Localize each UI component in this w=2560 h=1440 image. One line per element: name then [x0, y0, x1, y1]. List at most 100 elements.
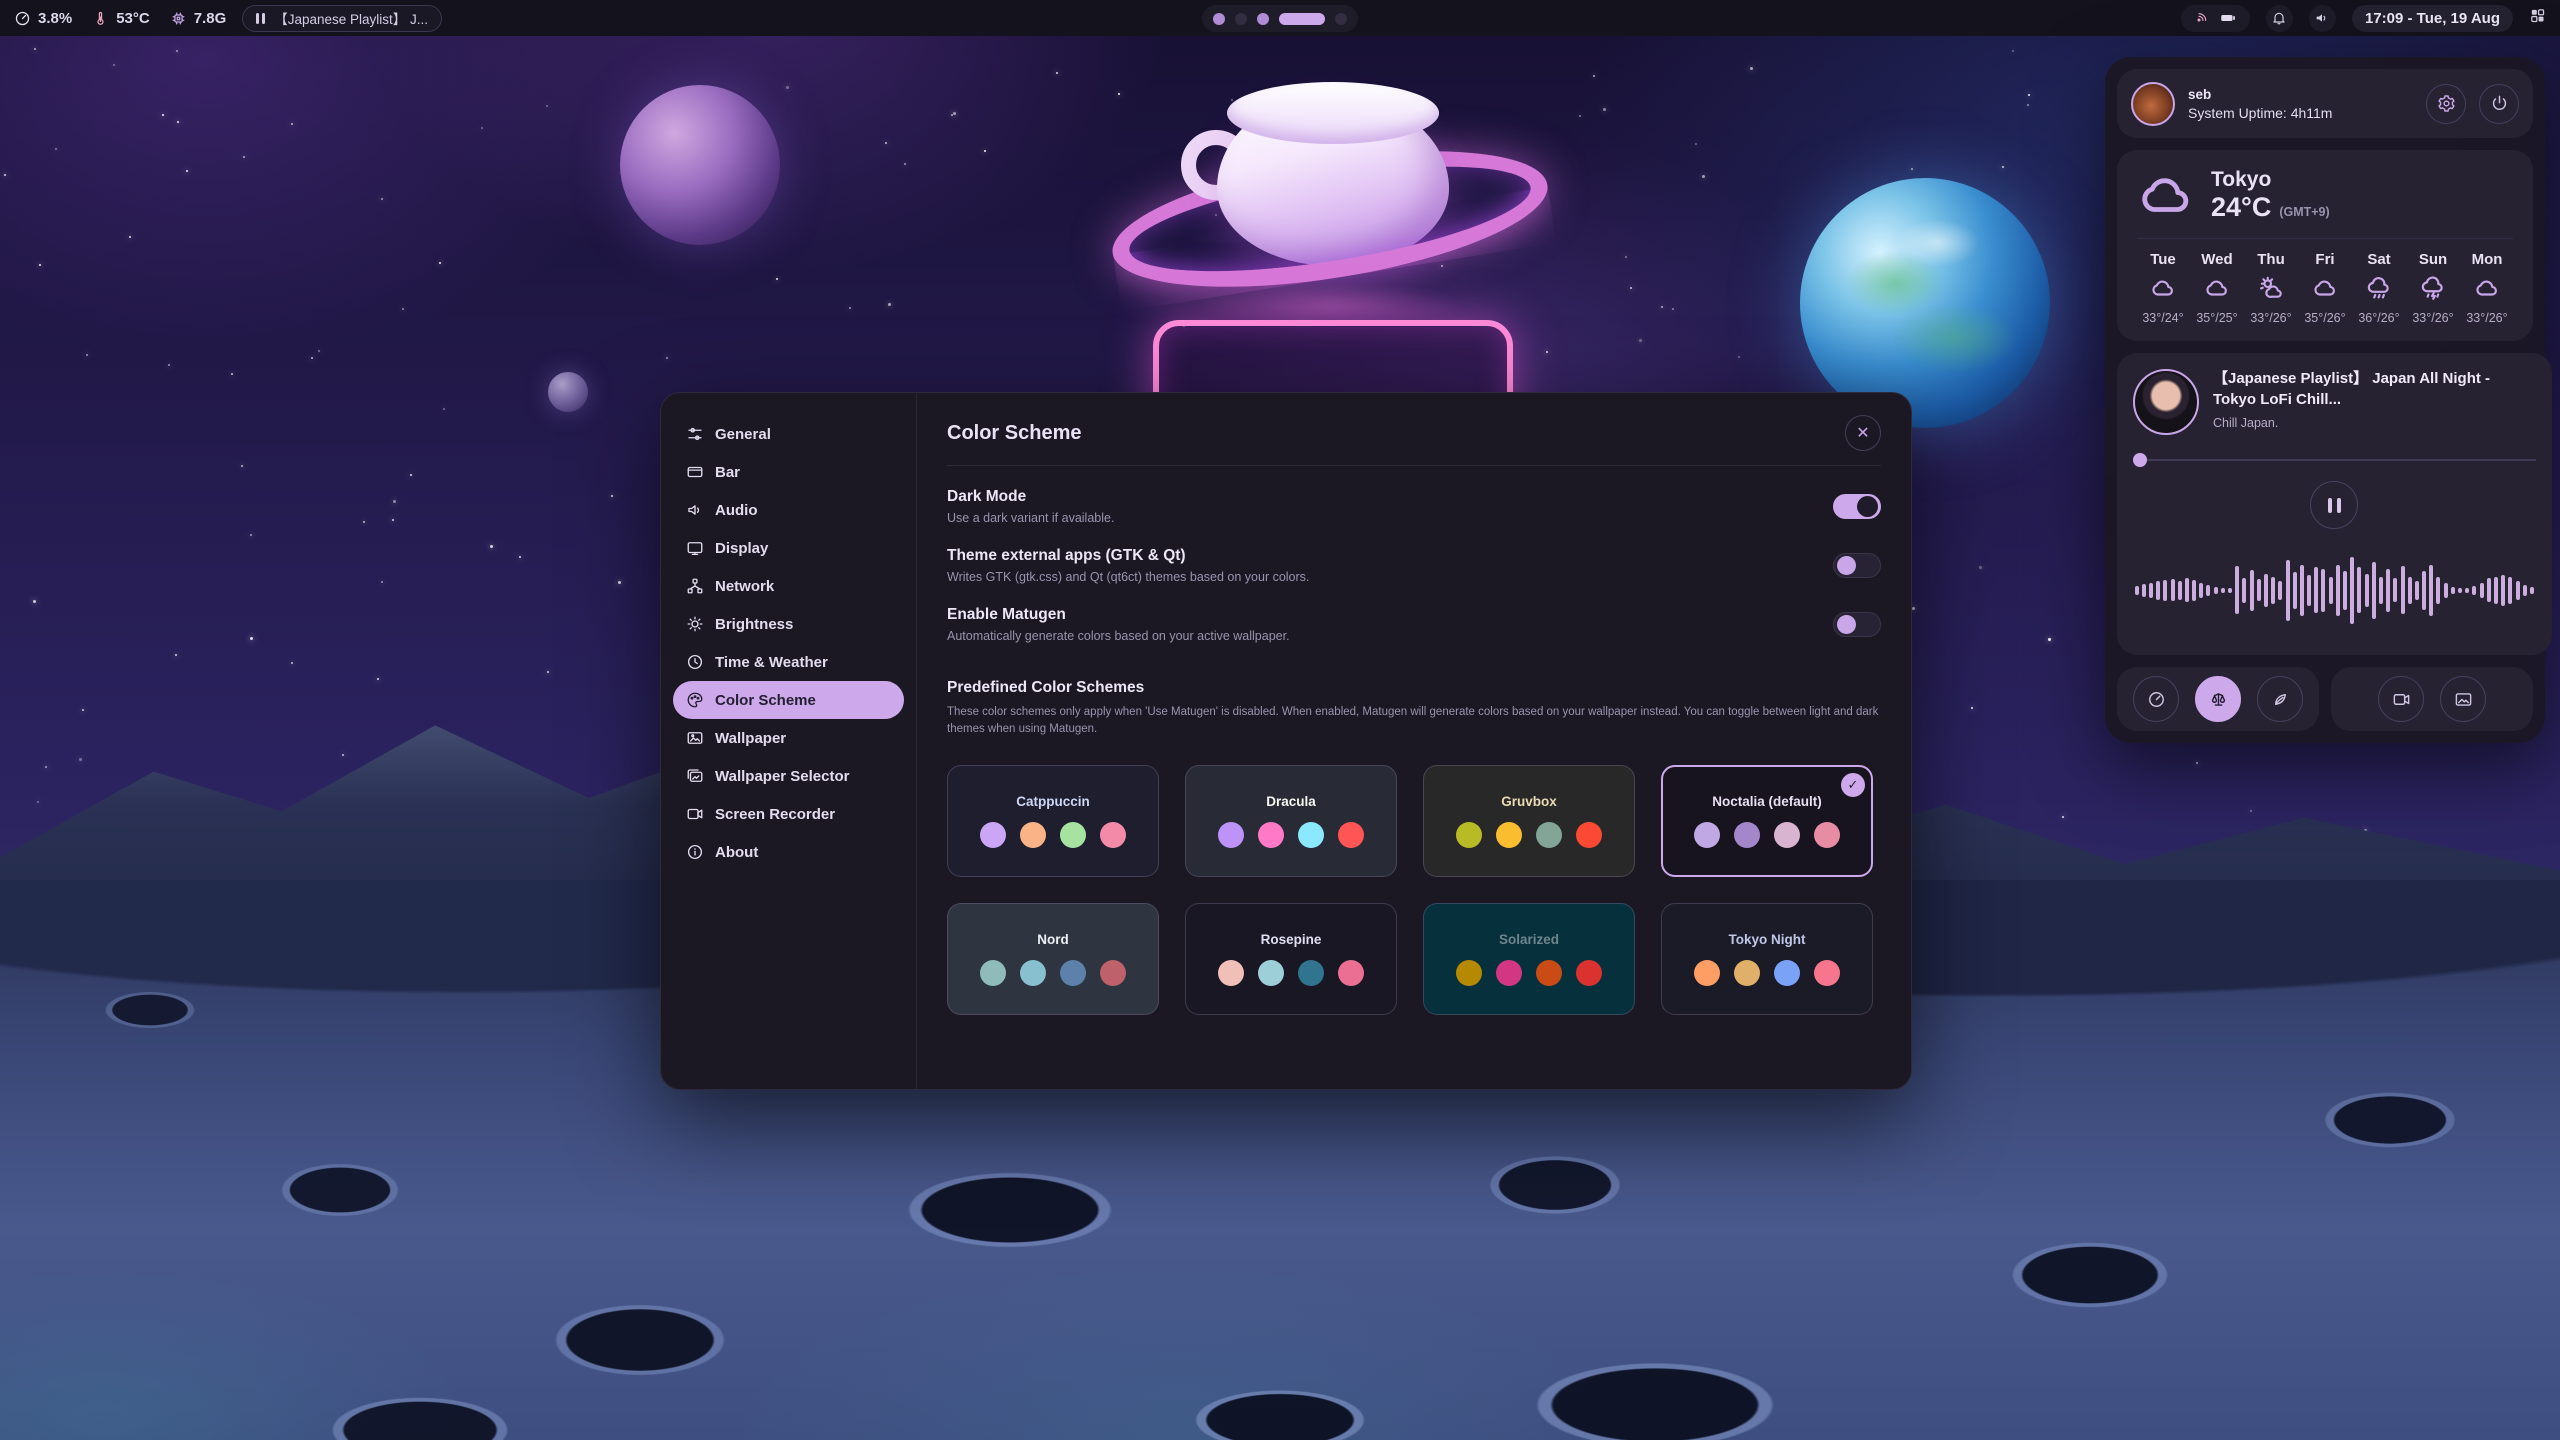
- color-swatch: [1338, 960, 1364, 986]
- user-name: seb: [2188, 87, 2413, 102]
- color-swatch: [1496, 822, 1522, 848]
- scheme-card-solarized[interactable]: ✓ Solarized: [1423, 903, 1635, 1015]
- gear-icon: [2437, 94, 2456, 113]
- media-progress-bar[interactable]: [2133, 453, 2536, 467]
- forecast-day: Sat36°/26°: [2353, 251, 2405, 325]
- media-title: 【Japanese Playlist】 Japan All Night - To…: [2213, 369, 2536, 410]
- pause-icon: [256, 13, 265, 24]
- setting-label: Enable Matugen: [947, 606, 1290, 624]
- weather-day-icon: [2420, 275, 2446, 304]
- sidebar-item-wallpaper[interactable]: Wallpaper: [673, 719, 904, 757]
- sidebar-item-network[interactable]: Network: [673, 567, 904, 605]
- speedometer-icon: [2147, 690, 2166, 709]
- power-icon: [2490, 94, 2509, 113]
- balanced-profile-button[interactable]: [2195, 676, 2241, 722]
- color-swatch: [1020, 960, 1046, 986]
- battery-icon: [2219, 9, 2237, 27]
- utilities-group: [2331, 667, 2533, 731]
- system-stats: 3.8% 53°C 7.8G: [14, 10, 226, 27]
- floating-cup-art: [1095, 52, 1575, 412]
- close-button[interactable]: ✕: [1845, 415, 1881, 451]
- sidebar-item-brightness[interactable]: Brightness: [673, 605, 904, 643]
- earth-planet: [1800, 178, 2050, 428]
- power-button[interactable]: [2479, 84, 2519, 124]
- wallpaper-button[interactable]: [2440, 676, 2486, 722]
- color-swatch: [980, 822, 1006, 848]
- setting-row-dark-mode: Dark Mode Use a dark variant if availabl…: [947, 488, 1881, 525]
- sidebar-label: Network: [715, 578, 774, 595]
- clock-pill[interactable]: 17:09 - Tue, 19 Aug: [2352, 5, 2513, 32]
- color-swatch: [1734, 960, 1760, 986]
- clock-text: 17:09 - Tue, 19 Aug: [2365, 10, 2500, 27]
- bar-icon: [686, 463, 704, 481]
- sidebar-item-time-weather[interactable]: Time & Weather: [673, 643, 904, 681]
- settings-sidebar: General Bar Audio Display Network Bright…: [661, 393, 917, 1089]
- settings-button[interactable]: [2426, 84, 2466, 124]
- sidebar-item-screen-recorder[interactable]: Screen Recorder: [673, 795, 904, 833]
- performance-profile-button[interactable]: [2133, 676, 2179, 722]
- workspace-dot[interactable]: [1213, 13, 1225, 25]
- scheme-card-dracula[interactable]: ✓ Dracula: [1185, 765, 1397, 877]
- workspace-indicator[interactable]: [1202, 5, 1358, 32]
- workspace-dot[interactable]: [1235, 13, 1247, 25]
- sidebar-item-general[interactable]: General: [673, 415, 904, 453]
- setting-row-theme-external: Theme external apps (GTK & Qt) Writes GT…: [947, 547, 1881, 584]
- app-launcher-button[interactable]: [2529, 7, 2546, 29]
- sidebar-item-bar[interactable]: Bar: [673, 453, 904, 491]
- user-card: seb System Uptime: 4h11m: [2117, 69, 2533, 138]
- theme-external-apps-toggle[interactable]: [1833, 553, 1881, 578]
- weather-forecast: Tue33°/24° Wed35°/25° Thu33°/26° Fri35°/…: [2137, 251, 2513, 325]
- color-swatch: [1258, 822, 1284, 848]
- scheme-card-catppuccin[interactable]: ✓ Catppuccin: [947, 765, 1159, 877]
- album-art: [2133, 369, 2199, 435]
- sidebar-item-wallpaper-selector[interactable]: Wallpaper Selector: [673, 757, 904, 795]
- chip-icon: [170, 10, 187, 27]
- color-swatch: [1694, 960, 1720, 986]
- forecast-day: Mon33°/26°: [2461, 251, 2513, 325]
- scheme-card-tokyo-night[interactable]: ✓ Tokyo Night: [1661, 903, 1873, 1015]
- weather-city: Tokyo: [2211, 168, 2330, 192]
- workspace-dot[interactable]: [1335, 13, 1347, 25]
- enable-matugen-toggle[interactable]: [1833, 612, 1881, 637]
- video-camera-icon: [686, 805, 704, 823]
- progress-knob[interactable]: [2133, 453, 2147, 467]
- color-swatch: [1496, 960, 1522, 986]
- waveform: [2133, 541, 2536, 639]
- sidebar-item-color-scheme[interactable]: Color Scheme: [673, 681, 904, 719]
- sidebar-item-about[interactable]: About: [673, 833, 904, 871]
- screen-record-button[interactable]: [2378, 676, 2424, 722]
- play-pause-button[interactable]: [2310, 481, 2358, 529]
- powersave-profile-button[interactable]: [2257, 676, 2303, 722]
- color-swatch: [1814, 960, 1840, 986]
- scheme-card-rosepine[interactable]: ✓ Rosepine: [1185, 903, 1397, 1015]
- setting-label: Dark Mode: [947, 488, 1114, 506]
- color-swatch: [1218, 822, 1244, 848]
- workspace-dot[interactable]: [1257, 13, 1269, 25]
- scheme-card-gruvbox[interactable]: ✓ Gruvbox: [1423, 765, 1635, 877]
- gauge-icon: [14, 10, 31, 27]
- color-swatch: [1734, 822, 1760, 848]
- workspace-dot[interactable]: [1279, 13, 1325, 25]
- settings-dialog: General Bar Audio Display Network Bright…: [660, 392, 1912, 1090]
- bar-media-pill[interactable]: 【Japanese Playlist】 J...: [242, 5, 442, 32]
- sidebar-label: Screen Recorder: [715, 806, 835, 823]
- color-swatch: [1338, 822, 1364, 848]
- setting-label: Theme external apps (GTK & Qt): [947, 547, 1309, 565]
- side-panel: seb System Uptime: 4h11m Tokyo 24°C (GMT…: [2105, 57, 2545, 743]
- dark-mode-toggle[interactable]: [1833, 494, 1881, 519]
- scheme-card-nord[interactable]: ✓ Nord: [947, 903, 1159, 1015]
- cloud-icon: [2137, 166, 2195, 224]
- sidebar-item-audio[interactable]: Audio: [673, 491, 904, 529]
- notifications-button[interactable]: [2266, 5, 2293, 32]
- forecast-day: Fri35°/26°: [2299, 251, 2351, 325]
- sidebar-item-display[interactable]: Display: [673, 529, 904, 567]
- media-artist: Chill Japan.: [2213, 416, 2536, 430]
- tray-status-pill[interactable]: [2181, 5, 2250, 32]
- scheme-card-noctalia[interactable]: ✓ Noctalia (default): [1661, 765, 1873, 877]
- sidebar-label: General: [715, 426, 771, 443]
- memory-indicator: 7.8G: [170, 10, 227, 27]
- sidebar-label: Time & Weather: [715, 654, 828, 671]
- thermometer-icon: [92, 10, 109, 27]
- image-icon: [686, 729, 704, 747]
- volume-button[interactable]: [2309, 5, 2336, 32]
